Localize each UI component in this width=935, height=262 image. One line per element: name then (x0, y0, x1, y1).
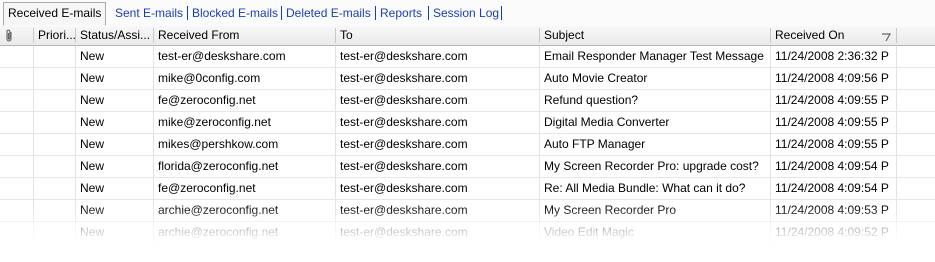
received-on-cell: 11/24/2008 4:09:55 P (775, 115, 889, 129)
tab-deleted-emails[interactable]: Deleted E-mails (286, 4, 371, 22)
subject-cell: Auto FTP Manager (544, 137, 646, 151)
to-cell: test-er@deskshare.com (340, 71, 468, 85)
column-header-attachment[interactable] (0, 26, 33, 45)
to-cell: test-er@deskshare.com (340, 203, 468, 217)
column-header-subject[interactable]: Subject (540, 26, 770, 45)
tab-separator (281, 6, 282, 20)
to-cell: test-er@deskshare.com (340, 93, 468, 107)
tab-separator (187, 6, 188, 20)
received-from-cell: test-er@deskshare.com (158, 49, 286, 63)
to-cell: test-er@deskshare.com (340, 49, 468, 63)
tab-blocked-emails[interactable]: Blocked E-mails (192, 4, 278, 22)
column-header-received-from[interactable]: Received From (154, 26, 335, 45)
tab-received-emails[interactable]: Received E-mails (3, 2, 107, 26)
table-row[interactable]: com of 11 (0, 244, 935, 262)
received-from-cell: florida@zeroconfig.net (158, 159, 279, 173)
received-on-cell: 11 (775, 247, 788, 261)
received-on-cell: 11/24/2008 4:09:55 P (775, 137, 889, 151)
subject-cell: Video Edit Magic (544, 225, 634, 239)
table-row[interactable]: New florida@zeroconfig.net test-er@desks… (0, 156, 935, 178)
table-row[interactable]: New fe@zeroconfig.net test-er@deskshare.… (0, 178, 935, 200)
tab-session-log[interactable]: Session Log (433, 4, 499, 22)
table-row[interactable]: New archie@zeroconfig.net test-er@desksh… (0, 222, 935, 244)
subject-cell: Auto Movie Creator (544, 71, 648, 85)
status-cell: New (80, 93, 105, 107)
subject-cell: Digital Media Converter (544, 115, 670, 129)
received-on-cell: 11/24/2008 4:09:54 P (775, 159, 889, 173)
subject-cell: of (602, 247, 613, 261)
status-cell: New (80, 203, 105, 217)
received-from-cell: mike@0config.com (158, 71, 261, 85)
received-on-cell: 11/24/2008 4:09:56 P (775, 71, 889, 85)
column-header-to[interactable]: To (336, 26, 539, 45)
table-row[interactable]: New mikes@pershkow.com test-er@deskshare… (0, 134, 935, 156)
received-on-cell: 11/24/2008 4:09:52 P (775, 225, 889, 239)
status-cell: New (80, 137, 105, 151)
subject-cell: Email Responder Manager Test Message (544, 49, 764, 63)
received-on-cell: 11/24/2008 4:09:54 P (775, 181, 889, 195)
received-from-cell: archie@zeroconfig.net (158, 225, 279, 239)
to-cell: test-er@deskshare.com (340, 159, 468, 173)
email-list: New test-er@deskshare.com test-er@desksh… (0, 46, 935, 262)
subject-cell: Re: All Media Bundle: What can it do? (544, 181, 746, 195)
subject-cell: My Screen Recorder Pro (544, 203, 677, 217)
to-cell: test-er@deskshare.com (340, 225, 468, 239)
to-cell: test-er@deskshare.com (340, 137, 468, 151)
column-header-priority[interactable]: Priori... (34, 26, 75, 45)
table-row[interactable]: New mike@0config.com test-er@deskshare.c… (0, 68, 935, 90)
received-from-cell: archie@zeroconfig.net (158, 203, 279, 217)
email-manager-window: Received E-mails Sent E-mails Blocked E-… (0, 0, 935, 262)
received-on-cell: 11/24/2008 2:36:32 P (775, 49, 889, 63)
received-on-cell: 11/24/2008 4:09:55 P (775, 93, 889, 107)
tab-separator (501, 6, 502, 20)
to-cell: test-er@deskshare.com (340, 115, 468, 129)
status-cell: New (80, 49, 105, 63)
status-cell: New (80, 115, 105, 129)
column-header-row: Priori... Status/Assi... Received From T… (0, 26, 935, 46)
table-row[interactable]: New archie@zeroconfig.net test-er@desksh… (0, 200, 935, 222)
table-row[interactable]: New mike@zeroconfig.net test-er@deskshar… (0, 112, 935, 134)
table-row[interactable]: New fe@zeroconfig.net test-er@deskshare.… (0, 90, 935, 112)
to-cell: test-er@deskshare.com (340, 181, 468, 195)
column-divider[interactable] (896, 28, 897, 43)
tab-separator (375, 6, 376, 20)
status-cell (76, 244, 153, 262)
tab-sent-emails[interactable]: Sent E-mails (115, 4, 183, 22)
paperclip-icon (6, 29, 12, 42)
to-cell: com (440, 247, 463, 261)
received-from-cell: fe@zeroconfig.net (158, 93, 256, 107)
subject-cell: My Screen Recorder Pro: upgrade cost? (544, 159, 759, 173)
tab-strip: Received E-mails Sent E-mails Blocked E-… (0, 0, 935, 27)
sort-descending-icon[interactable] (880, 31, 892, 43)
tab-separator (428, 6, 429, 20)
received-from-cell: fe@zeroconfig.net (158, 181, 256, 195)
table-row[interactable]: New test-er@deskshare.com test-er@desksh… (0, 46, 935, 68)
status-cell: New (80, 181, 105, 195)
tab-reports[interactable]: Reports (380, 4, 422, 22)
received-from-cell: mikes@pershkow.com (158, 137, 279, 151)
received-from-cell (154, 244, 335, 262)
status-cell: New (80, 71, 105, 85)
column-header-status[interactable]: Status/Assi... (76, 26, 153, 45)
subject-cell: Refund question? (544, 93, 639, 107)
received-from-cell: mike@zeroconfig.net (158, 115, 271, 129)
status-cell: New (80, 225, 105, 239)
status-cell: New (80, 159, 105, 173)
received-on-cell: 11/24/2008 4:09:53 P (775, 203, 889, 217)
column-header-received-on[interactable]: Received On (771, 26, 896, 45)
